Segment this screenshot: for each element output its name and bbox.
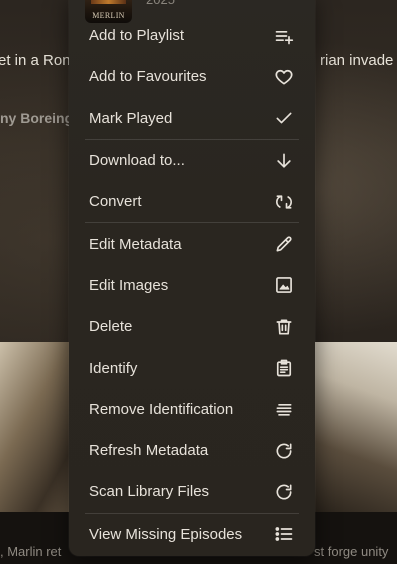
overview-text-left: et in a Ron xyxy=(0,52,71,69)
menu-item-delete[interactable]: Delete xyxy=(69,306,315,347)
menu-item-label: Delete xyxy=(89,318,133,336)
image-icon xyxy=(273,274,295,296)
download-arrow-icon xyxy=(273,150,295,172)
menu-item-label: Add to Playlist xyxy=(89,27,185,45)
menu-item-edit-metadata[interactable]: Edit Metadata xyxy=(69,223,315,264)
menu-item-refresh-metadata[interactable]: Refresh Metadata xyxy=(69,430,315,471)
clipboard-icon xyxy=(273,357,295,379)
pencil-icon xyxy=(273,233,295,255)
menu-item-label: Remove Identification xyxy=(89,400,234,418)
menu-item-label: Edit Images xyxy=(89,276,169,294)
menu-item-scan-library-files[interactable]: Scan Library Files xyxy=(69,471,315,512)
menu-item-view-missing-episodes[interactable]: View Missing Episodes xyxy=(69,514,315,555)
menu-item-label: Mark Played xyxy=(89,109,173,127)
episode-overview-right: st forge unity xyxy=(314,544,389,559)
refresh-icon xyxy=(273,481,295,503)
menu-item-label: Convert xyxy=(89,193,142,211)
overview-text-right: rian invade xyxy=(320,52,394,69)
heart-icon xyxy=(273,66,295,88)
context-menu: MERLIN 2025 Add to Playlist Add to Favou… xyxy=(69,0,315,556)
episode-thumbnail-right[interactable] xyxy=(315,342,397,512)
menu-item-label: View Missing Episodes xyxy=(89,525,243,543)
menu-item-label: Add to Favourites xyxy=(89,68,207,86)
menu-item-label: Edit Metadata xyxy=(89,235,182,253)
menu-item-convert[interactable]: Convert xyxy=(69,181,315,222)
menu-item-mark-played[interactable]: Mark Played xyxy=(69,98,315,139)
menu-item-add-to-playlist[interactable]: Add to Playlist xyxy=(69,15,315,56)
menu-items: Add to Playlist Add to Favourites Mark P… xyxy=(69,15,315,555)
menu-item-edit-images[interactable]: Edit Images xyxy=(69,265,315,306)
menu-item-label: Scan Library Files xyxy=(89,483,210,501)
menu-item-label: Refresh Metadata xyxy=(89,442,209,460)
menu-item-label: Download to... xyxy=(89,152,185,170)
episode-overview-left: , Marlin ret xyxy=(0,544,62,559)
menu-item-label: Identify xyxy=(89,359,138,377)
playlist-add-icon xyxy=(273,25,295,47)
episode-thumbnail-left[interactable] xyxy=(0,342,80,512)
convert-icon xyxy=(273,191,295,213)
refresh-icon xyxy=(273,440,295,462)
menu-item-identify[interactable]: Identify xyxy=(69,347,315,388)
author-name[interactable]: ny Boreing xyxy=(0,110,73,126)
lines-icon xyxy=(273,398,295,420)
menu-item-add-to-favourites[interactable]: Add to Favourites xyxy=(69,56,315,97)
trash-icon xyxy=(273,316,295,338)
menu-item-download-to[interactable]: Download to... xyxy=(69,140,315,181)
menu-item-remove-identification[interactable]: Remove Identification xyxy=(69,389,315,430)
checkmark-icon xyxy=(273,107,295,129)
release-year: 2025 xyxy=(146,0,175,4)
list-icon xyxy=(273,523,295,545)
